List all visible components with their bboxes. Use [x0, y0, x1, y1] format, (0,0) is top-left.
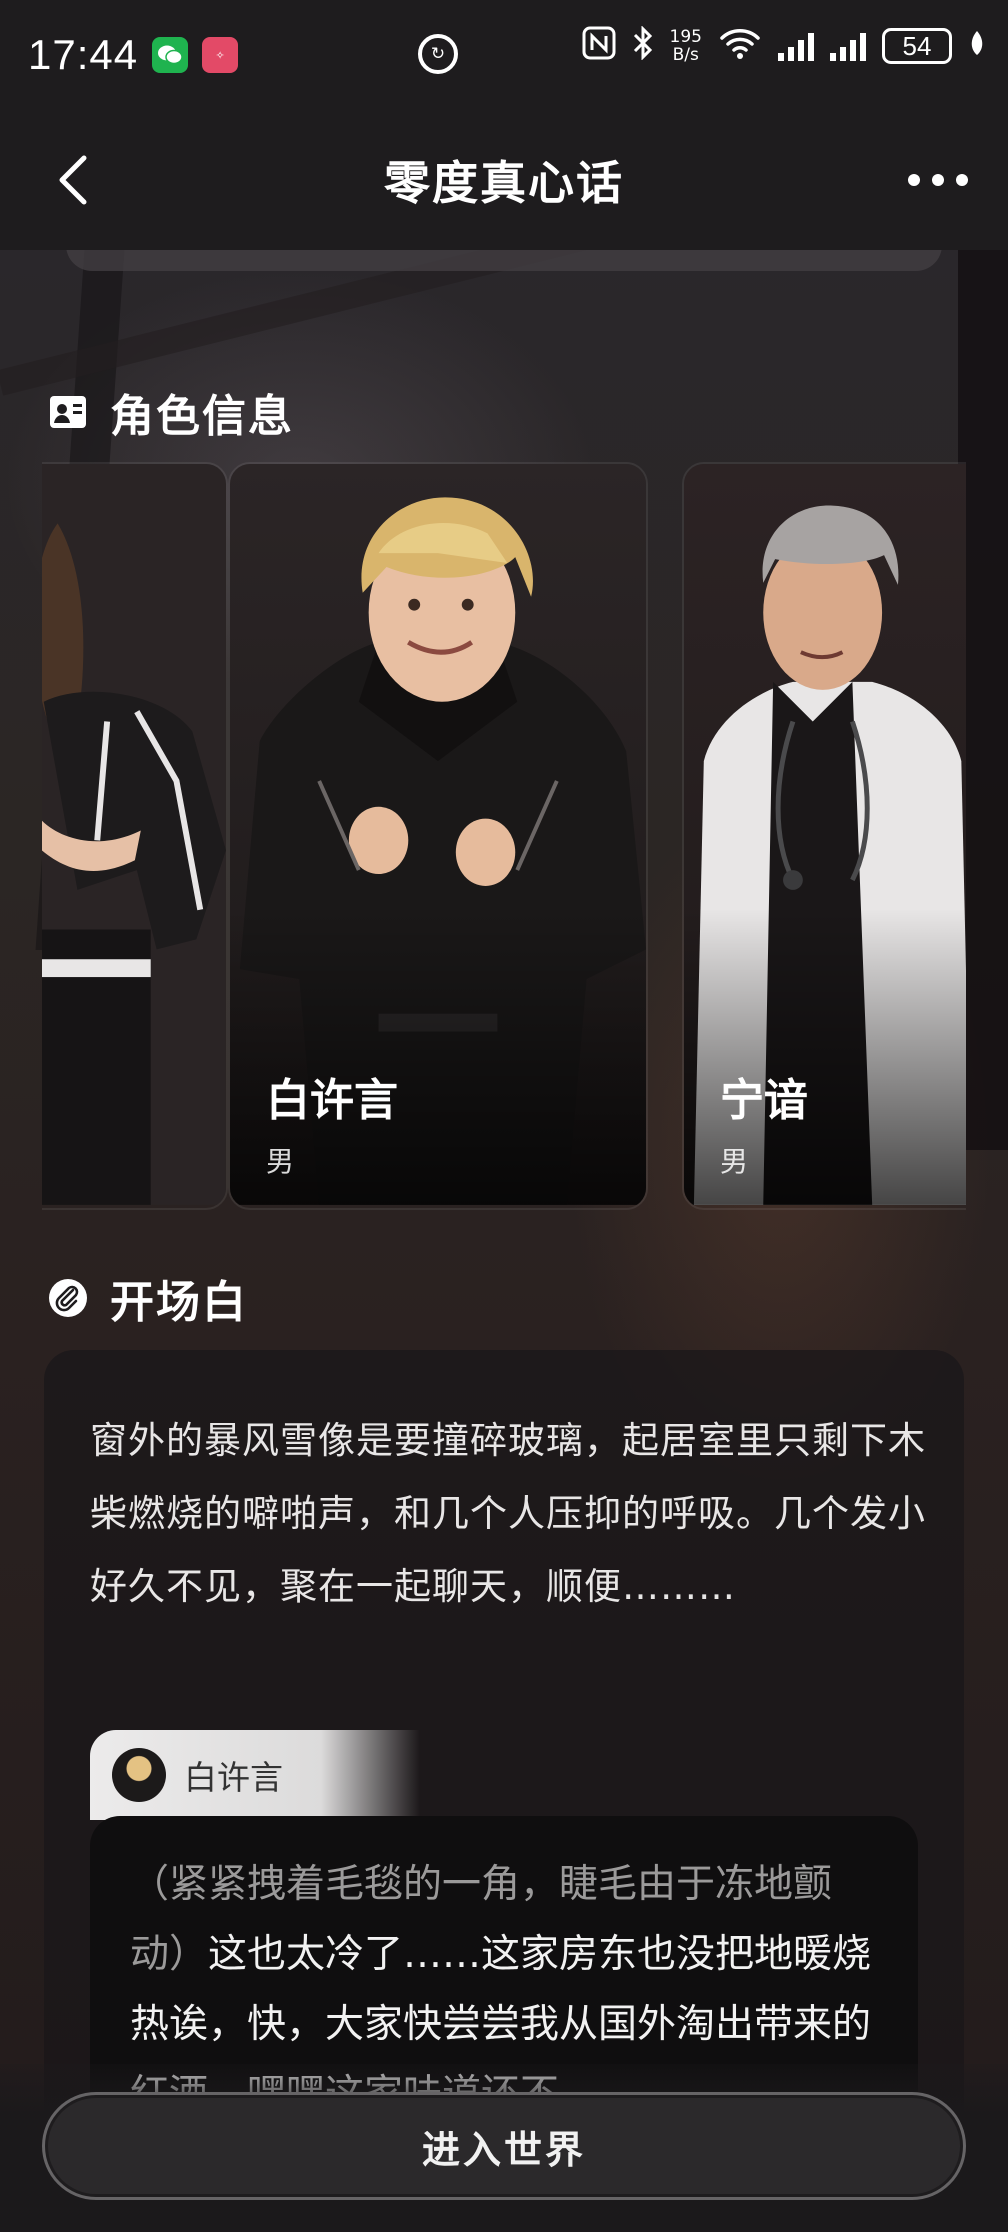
- bottom-bar: 进入世界: [0, 2064, 1008, 2232]
- avatar: [112, 1748, 166, 1802]
- top-nav: 零度真心话: [0, 110, 1008, 250]
- enter-world-button[interactable]: 进入世界: [42, 2092, 966, 2200]
- nfc-icon: [582, 26, 616, 66]
- more-dots-icon: [908, 174, 920, 186]
- character-portrait: [42, 464, 226, 1205]
- section-heading-characters: 角色信息: [48, 380, 294, 444]
- status-time: 17:44: [28, 31, 139, 78]
- character-name: 宁谙: [720, 1075, 808, 1126]
- bluetooth-icon: [632, 25, 654, 66]
- speaker-name: 白许言: [184, 1758, 283, 1797]
- more-options-button[interactable]: [908, 156, 968, 204]
- sync-icon: ↻: [418, 34, 458, 74]
- shine-app-icon: ✧: [202, 37, 239, 73]
- battery-indicator: 54: [882, 28, 952, 64]
- character-card[interactable]: 宁谙 男: [682, 462, 966, 1210]
- opening-narration: 窗外的暴风雪像是要撞碎玻璃，起居室里只剩下木柴燃烧的噼啪声，和几个人压抑的呼吸。…: [90, 1419, 926, 1608]
- page-title: 零度真心话: [384, 156, 624, 210]
- section-title: 角色信息: [110, 391, 294, 442]
- wechat-icon: [152, 37, 189, 73]
- character-card[interactable]: 白许言 男: [228, 462, 648, 1210]
- back-button[interactable]: [44, 150, 104, 210]
- id-card-icon: [50, 396, 86, 428]
- character-gender: 男: [266, 1145, 295, 1178]
- network-speed: 195 B/s: [669, 27, 702, 65]
- signal-icon: [778, 31, 814, 61]
- status-bar: 17:44 ✧ ↻ 195 B/s 54: [0, 0, 1008, 110]
- chevron-left-icon: [59, 155, 87, 205]
- character-gender: 男: [720, 1145, 749, 1178]
- wifi-icon: [718, 26, 762, 66]
- character-name: 白许言: [266, 1075, 398, 1126]
- character-card[interactable]: [42, 462, 228, 1210]
- signal-icon-2: [830, 31, 866, 61]
- section-heading-opening: 开场白: [48, 1266, 248, 1330]
- paperclip-icon: [49, 1279, 87, 1317]
- speaker-tag: 白许言: [90, 1730, 420, 1820]
- character-carousel[interactable]: 白许言 男 宁谙 男: [42, 462, 966, 1210]
- section-title: 开场白: [110, 1277, 248, 1328]
- leaf-icon: [968, 29, 986, 63]
